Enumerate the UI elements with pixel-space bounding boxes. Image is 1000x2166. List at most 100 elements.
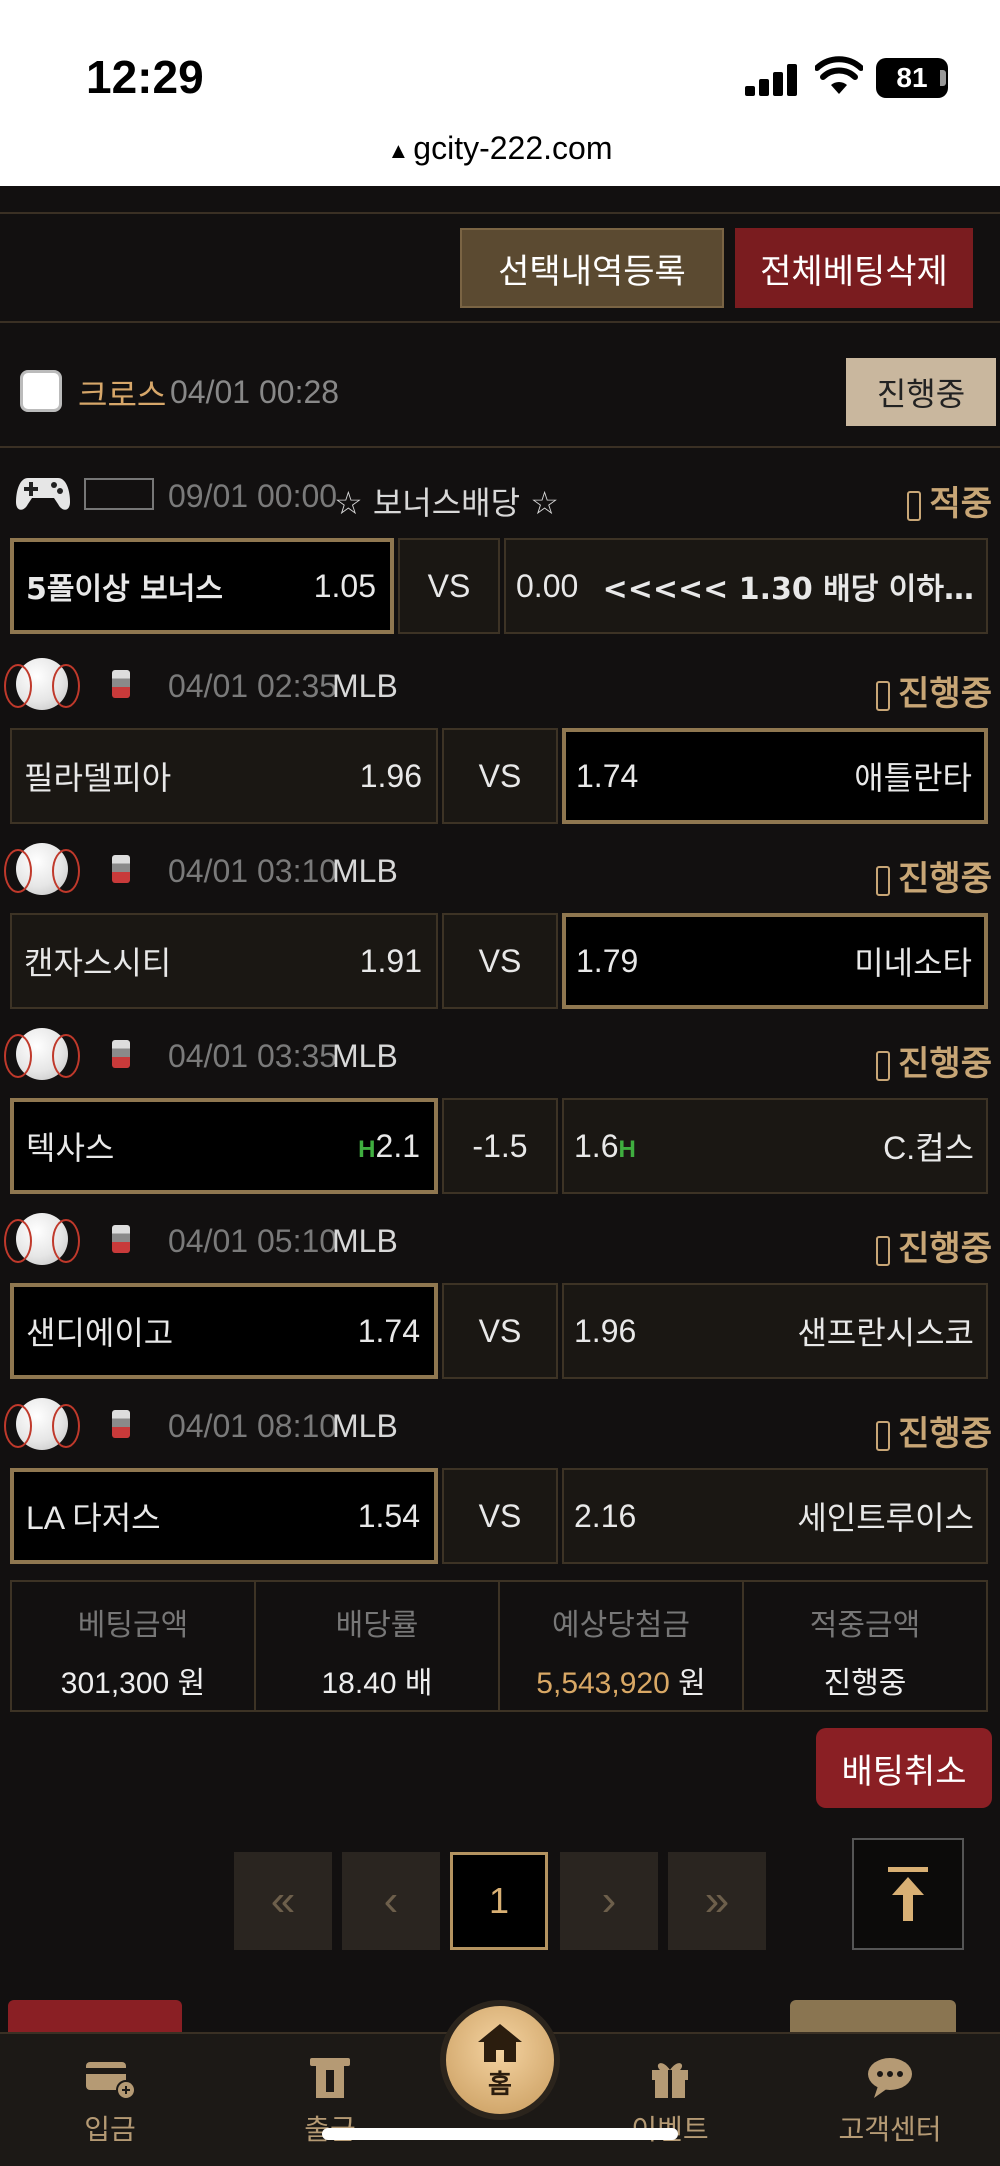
game-header: 04/01 03:10 MLB 진행중 xyxy=(0,829,1000,909)
bet-history-content: 선택내역등록 전체베팅삭제 크로스 04/01 00:28 진행중 09/01 … xyxy=(0,186,1000,2036)
vs-handicap-cell: VS xyxy=(442,728,558,824)
status-bar: 12:29 81 ▲ gcity-222.com xyxy=(0,0,1000,186)
card-plus-icon xyxy=(86,2062,136,2100)
nav-support[interactable]: 고객센터 xyxy=(810,2056,970,2148)
home-team-cell[interactable]: LA 다저스 1.54 xyxy=(10,1468,438,1564)
game-datetime: 04/01 03:35 xyxy=(168,1038,338,1074)
home-team-cell[interactable]: 텍사스 H2.1 xyxy=(10,1098,438,1194)
league-name: MLB xyxy=(332,853,398,889)
last-page-button[interactable]: » xyxy=(668,1852,766,1950)
prev-page-button[interactable]: ‹ xyxy=(342,1852,440,1950)
summary-expected-win: 예상당첨금 5,543,920 원 xyxy=(500,1582,744,1710)
odds-value: 1.6H xyxy=(574,1127,636,1164)
vs-handicap-cell: VS xyxy=(442,1468,558,1564)
away-team-cell[interactable]: 1.6H C.컵스 xyxy=(562,1098,988,1194)
country-flag-icon xyxy=(112,670,130,698)
gamepad-icon xyxy=(16,478,70,510)
team-name: 애틀란타 xyxy=(854,760,972,796)
team-name: 캔자스시티 xyxy=(24,945,172,981)
flag-placeholder xyxy=(84,478,154,510)
game-status: 진행중 xyxy=(876,666,992,715)
home-icon xyxy=(478,2023,522,2062)
partial-red-tab[interactable] xyxy=(8,2000,182,2032)
game-datetime: 04/01 05:10 xyxy=(168,1223,338,1259)
game-status: 진행중 xyxy=(876,1036,992,1085)
baseball-icon xyxy=(4,843,80,895)
game-datetime: 04/01 03:10 xyxy=(168,853,338,889)
handicap-mark: H xyxy=(618,1135,636,1163)
divider xyxy=(0,446,1000,448)
league-name: MLB xyxy=(332,1408,398,1444)
scoreboard-icon xyxy=(876,1420,891,1451)
divider xyxy=(0,321,1000,323)
league-name: MLB xyxy=(332,1038,398,1074)
bonus-status: 적중 xyxy=(907,476,992,525)
url-bar[interactable]: ▲ gcity-222.com xyxy=(0,130,1000,167)
baseball-icon xyxy=(4,1213,80,1265)
scroll-to-top-button[interactable] xyxy=(852,1838,964,1950)
team-name: 세인트루이스 xyxy=(797,1500,974,1536)
country-flag-icon xyxy=(112,855,130,883)
odds-value: 1.54 xyxy=(357,1497,420,1534)
scoreboard-icon xyxy=(907,490,922,521)
country-flag-icon xyxy=(112,1225,130,1253)
arrow-up-icon xyxy=(888,1867,928,1921)
summary-odds: 배당률 18.40 배 xyxy=(256,1582,500,1710)
home-team-cell[interactable]: 필라델피아 1.96 xyxy=(10,728,438,824)
team-name: 텍사스 xyxy=(26,1130,115,1166)
vs-handicap-cell: VS xyxy=(442,913,558,1009)
nav-home[interactable]: 홈 xyxy=(440,2000,560,2120)
scoreboard-icon xyxy=(876,1235,891,1266)
away-team-cell[interactable]: 2.16 세인트루이스 xyxy=(562,1468,988,1564)
cancel-bet-button[interactable]: 배팅취소 xyxy=(816,1728,992,1808)
battery-icon: 81 xyxy=(876,58,948,98)
register-selection-button[interactable]: 선택내역등록 xyxy=(460,228,724,308)
odds-value: 1.79 xyxy=(576,942,639,979)
atm-icon xyxy=(310,2058,350,2098)
odds-value: 0.00 xyxy=(516,567,579,604)
odds-value: 1.96 xyxy=(359,757,422,794)
gift-icon xyxy=(652,2063,688,2098)
game-header: 04/01 02:35 MLB 진행중 xyxy=(0,644,1000,724)
divider xyxy=(0,212,1000,214)
away-team-cell[interactable]: 1.79 미네소타 xyxy=(562,913,988,1009)
url-text: gcity-222.com xyxy=(413,130,613,166)
battery-cap xyxy=(940,70,946,86)
league-name: MLB xyxy=(332,668,398,704)
scoreboard-icon xyxy=(876,680,891,711)
away-team-cell[interactable]: 1.74 애틀란타 xyxy=(562,728,988,824)
team-name: 샌디에이고 xyxy=(26,1315,174,1351)
current-page-button[interactable]: 1 xyxy=(450,1852,548,1950)
team-name: 미네소타 xyxy=(854,945,972,981)
bet-slip-datetime: 04/01 00:28 xyxy=(170,374,340,410)
bet-type-label: 크로스 xyxy=(78,376,167,414)
partial-gold-tab[interactable] xyxy=(790,2000,956,2032)
home-team-cell[interactable]: 샌디에이고 1.74 xyxy=(10,1283,438,1379)
bet-summary-table: 베팅금액 301,300 원 배당률 18.40 배 예상당첨금 5,543,920 … xyxy=(10,1580,988,1712)
odds-value: 1.91 xyxy=(359,942,422,979)
delete-all-bets-button[interactable]: 전체베팅삭제 xyxy=(735,228,973,308)
home-indicator xyxy=(322,2128,678,2140)
bet-slip-status-badge: 진행중 xyxy=(846,358,996,426)
team-name: 5폴이상 보너스 xyxy=(26,572,223,607)
game-status: 진행중 xyxy=(876,851,992,900)
game-header: 04/01 08:10 MLB 진행중 xyxy=(0,1384,1000,1464)
game-status: 진행중 xyxy=(876,1221,992,1270)
wifi-icon xyxy=(815,56,863,94)
league-name: MLB xyxy=(332,1223,398,1259)
bet-slip-checkbox[interactable] xyxy=(20,370,62,412)
next-page-button[interactable]: › xyxy=(560,1852,658,1950)
game-status: 진행중 xyxy=(876,1406,992,1455)
away-team-cell[interactable]: 1.96 샌프란시스코 xyxy=(562,1283,988,1379)
nav-deposit[interactable]: 입금 xyxy=(30,2056,190,2148)
bonus-home-cell[interactable]: 5폴이상 보너스 1.05 xyxy=(10,538,394,634)
chat-bubble-icon xyxy=(868,2058,912,2098)
game-header: 04/01 03:35 MLB 진행중 xyxy=(0,1014,1000,1094)
first-page-button[interactable]: « xyxy=(234,1852,332,1950)
home-team-cell[interactable]: 캔자스시티 1.91 xyxy=(10,913,438,1009)
odds-value: 1.96 xyxy=(574,1312,637,1349)
summary-bet-amount: 베팅금액 301,300 원 xyxy=(12,1582,256,1710)
team-name: LA 다저스 xyxy=(26,1500,161,1536)
scoreboard-icon xyxy=(876,1050,891,1081)
game-header: 04/01 05:10 MLB 진행중 xyxy=(0,1199,1000,1279)
